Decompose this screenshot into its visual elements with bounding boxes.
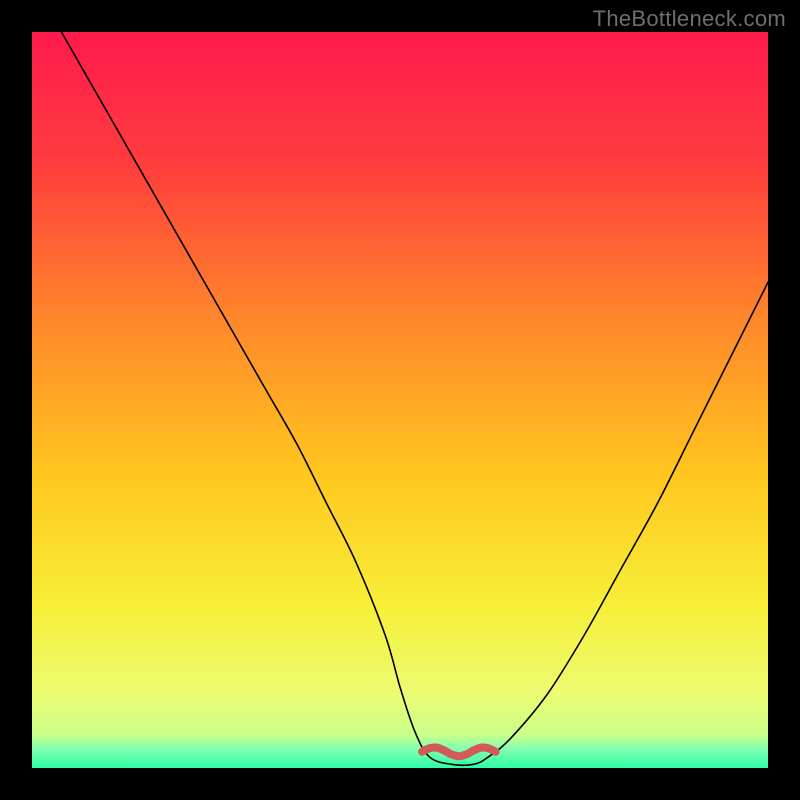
chart-frame: TheBottleneck.com xyxy=(0,0,800,800)
plot-area xyxy=(32,32,768,768)
gradient-background xyxy=(32,32,768,768)
watermark-text: TheBottleneck.com xyxy=(593,6,786,32)
chart-svg xyxy=(32,32,768,768)
